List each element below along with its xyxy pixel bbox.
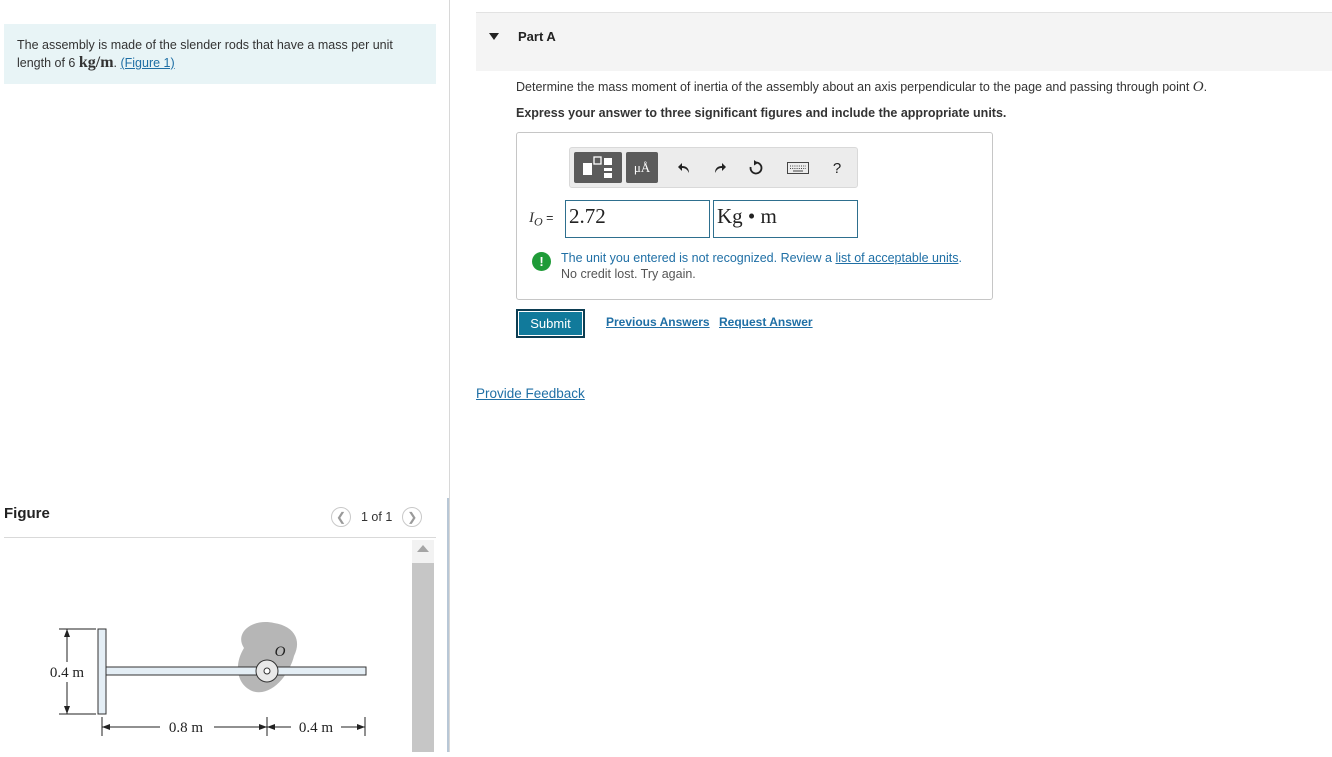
problem-units: kg/m	[78, 54, 114, 71]
figure-title: Figure	[4, 505, 50, 522]
dim-label-08m: 0.8 m	[169, 720, 204, 736]
templates-icon	[583, 156, 612, 178]
pager-text: 1 of 1	[361, 510, 393, 524]
answer-value-input[interactable]: 2.72	[565, 200, 710, 238]
templates-button[interactable]	[574, 152, 622, 183]
problem-statement: The assembly is made of the slender rods…	[4, 24, 436, 84]
redo-icon[interactable]	[711, 159, 729, 177]
figure-diagram: 0.4 m O 0.8 m 0.4 m	[4, 538, 409, 752]
dim-label-04m: 0.4 m	[299, 720, 334, 736]
error-end: .	[958, 251, 962, 265]
help-button[interactable]: ?	[828, 159, 846, 177]
question-point: O	[1192, 79, 1204, 95]
answer-box: μÅ ? IO = 2.72 Kg • m ! The unit you ent…	[516, 132, 993, 300]
previous-answers-link[interactable]: Previous Answers	[606, 315, 710, 329]
rod-assembly-diagram: 0.4 m O 0.8 m 0.4 m	[42, 622, 367, 737]
dim-label-left: 0.4 m	[50, 665, 85, 681]
submit-button[interactable]: Submit	[516, 309, 585, 338]
figure-scrollbar-thumb[interactable]	[412, 563, 434, 752]
chevron-left-icon[interactable]: ❮	[331, 507, 351, 527]
part-header[interactable]: Part A	[476, 12, 1332, 71]
acceptable-units-link[interactable]: list of acceptable units	[835, 251, 958, 265]
point-o-label: O	[275, 644, 286, 660]
math-toolbar: μÅ ?	[569, 147, 858, 188]
request-answer-link[interactable]: Request Answer	[719, 315, 813, 329]
keyboard-icon[interactable]	[786, 159, 810, 177]
chevron-right-icon[interactable]: ❯	[402, 507, 423, 527]
undo-icon[interactable]	[675, 159, 693, 177]
answer-unit-input[interactable]: Kg • m	[713, 200, 858, 238]
panel-divider	[449, 0, 450, 752]
error-message: The unit you entered is not recognized. …	[561, 250, 962, 267]
panel-divider-accent	[447, 498, 449, 752]
caret-down-icon[interactable]	[489, 33, 499, 40]
units-button[interactable]: μÅ	[626, 152, 658, 183]
question-end: .	[1203, 80, 1208, 94]
provide-feedback-link[interactable]: Provide Feedback	[476, 386, 585, 401]
figure-link[interactable]: (Figure 1)	[120, 56, 174, 70]
reset-icon[interactable]	[747, 159, 765, 177]
answer-equals: =	[542, 211, 554, 225]
figure-pager: ❮ 1 of 1 ❯	[331, 507, 423, 527]
problem-text: The assembly is made of the slender rods…	[17, 38, 393, 70]
warning-icon: !	[532, 252, 551, 271]
question-body: Determine the mass moment of inertia of …	[516, 80, 1193, 94]
part-title[interactable]: Part A	[518, 29, 556, 44]
instruction-text: Express your answer to three significant…	[516, 106, 1007, 120]
error-subtext: No credit lost. Try again.	[561, 267, 696, 281]
scroll-up-icon[interactable]	[417, 545, 429, 552]
answer-label: IO =	[529, 210, 553, 230]
answer-subscript: O	[534, 214, 543, 229]
error-text: The unit you entered is not recognized. …	[561, 251, 836, 265]
question-text: Determine the mass moment of inertia of …	[516, 79, 1207, 96]
